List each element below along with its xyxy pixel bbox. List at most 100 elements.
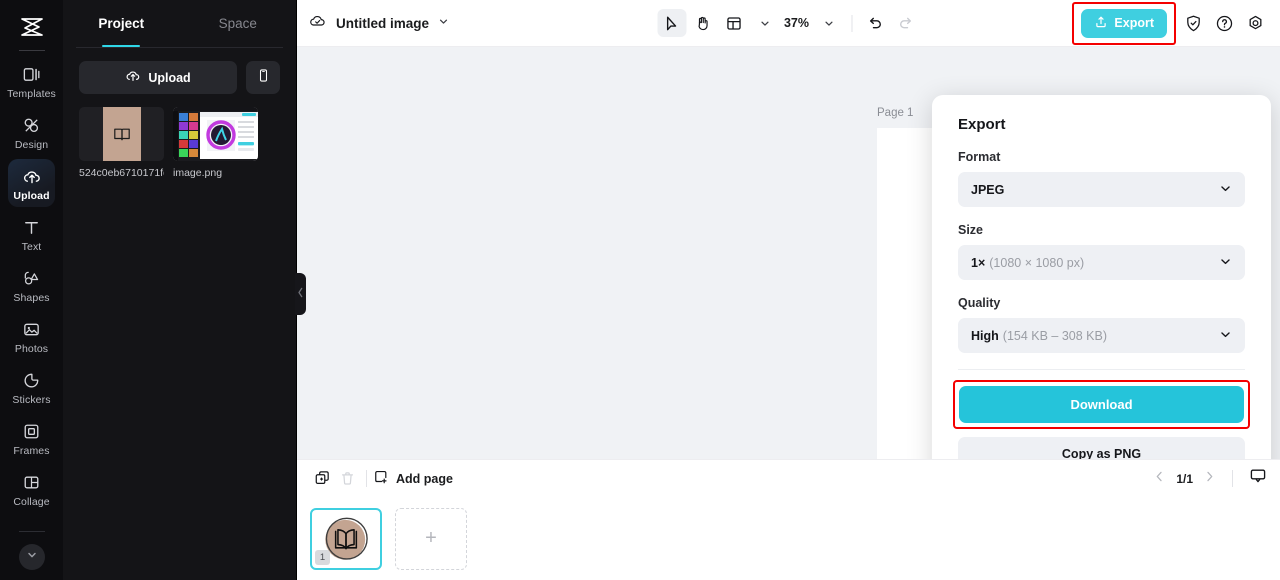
format-label: Format [958, 150, 1001, 164]
chevron-left-icon[interactable] [1153, 470, 1166, 488]
add-page-button[interactable]: Add page [373, 469, 453, 488]
sidebar-item-templates[interactable]: Templates [7, 57, 56, 105]
chevron-left-icon [297, 285, 304, 303]
rail-divider [18, 50, 45, 51]
sidebar-item-label: Upload [13, 190, 50, 202]
sidebar-item-label: Templates [7, 88, 56, 100]
project-panel: Project Space Upload 524c0eb6710171f ima… [63, 0, 306, 580]
topbar-right: Export [1072, 1, 1269, 45]
upload-button[interactable]: Upload [79, 61, 237, 94]
quality-select[interactable]: High (154 KB – 308 KB) [958, 318, 1245, 353]
canvas-tools: 37% [656, 9, 920, 37]
shield-check-icon[interactable] [1179, 9, 1207, 37]
tab-space[interactable]: Space [180, 0, 297, 47]
upload-button-label: Upload [148, 70, 191, 85]
chevron-down-icon [1219, 255, 1232, 271]
chevron-down-icon [1219, 182, 1232, 198]
format-select[interactable]: JPEG [958, 172, 1245, 207]
settings-gear-icon[interactable] [1241, 9, 1269, 37]
asset-thumbnail[interactable] [79, 107, 164, 161]
export-button-highlight: Export [1072, 1, 1176, 45]
duplicate-page-button[interactable] [310, 466, 335, 491]
panel-collapse-handle[interactable] [295, 273, 306, 315]
upload-from-phone-button[interactable] [246, 61, 280, 94]
rail-collapse-button[interactable] [18, 544, 45, 570]
present-screen-icon[interactable] [1249, 467, 1267, 490]
sidebar-item-shapes[interactable]: Shapes [8, 261, 55, 309]
left-rail: Templates Design Upload Text Shapes Phot… [0, 0, 63, 580]
collage-icon [21, 472, 42, 493]
page-navigation: 1/1 [1153, 467, 1267, 490]
sidebar-item-label: Frames [13, 445, 50, 457]
quality-label: Quality [958, 296, 1001, 310]
app-root: Templates Design Upload Text Shapes Phot… [0, 0, 1280, 580]
bottom-toolbar: Add page 1/1 [297, 459, 1280, 497]
pager-divider [1232, 470, 1233, 487]
document-title-button[interactable]: Untitled image [308, 11, 449, 35]
mobile-phone-icon [256, 68, 271, 88]
page-number-badge: 1 [315, 549, 330, 565]
layout-dropdown[interactable] [750, 9, 779, 37]
add-page-icon [373, 469, 389, 488]
main-area: Untitled image 37% Export Page 1 Export … [297, 0, 1280, 580]
sidebar-item-label: Photos [14, 343, 49, 355]
asset-thumbnail[interactable] [173, 107, 258, 161]
sidebar-item-frames[interactable]: Frames [8, 414, 55, 462]
sidebar-item-design[interactable]: Design [8, 108, 55, 156]
sidebar-item-text[interactable]: Text [8, 210, 55, 258]
size-detail: (1080 × 1080 px) [989, 255, 1085, 270]
list-item[interactable]: 524c0eb6710171fd69… [79, 107, 164, 179]
zoom-level: 37% [783, 16, 810, 30]
cloud-saved-icon [308, 11, 327, 35]
export-panel-divider [958, 369, 1245, 370]
zoom-dropdown[interactable] [814, 9, 843, 37]
bottom-divider [366, 470, 367, 487]
page-tray: 1 + [297, 497, 1280, 580]
select-tool[interactable] [656, 9, 686, 37]
size-label: Size [958, 223, 984, 237]
sidebar-item-upload[interactable]: Upload [8, 159, 55, 207]
hand-tool[interactable] [688, 9, 717, 37]
export-button[interactable]: Export [1081, 8, 1167, 38]
screenshot-thumb [173, 107, 258, 161]
download-button[interactable]: Download [959, 386, 1244, 423]
add-page-tile[interactable]: + [395, 507, 467, 570]
undo-button[interactable] [860, 9, 889, 37]
sidebar-item-label: Design [14, 139, 49, 151]
asset-list: 524c0eb6710171fd69… [63, 94, 296, 179]
redo-button[interactable] [891, 9, 920, 37]
rail-bottom-divider [18, 531, 45, 532]
capcut-logo-icon[interactable] [17, 14, 47, 40]
templates-icon [21, 64, 42, 85]
sidebar-item-label: Text [21, 241, 42, 253]
chevron-down-icon [438, 14, 449, 32]
format-value: JPEG [971, 182, 1005, 197]
export-panel: Export Format JPEG Size 1× (1080 × 1080 … [932, 95, 1271, 459]
sidebar-item-collage[interactable]: Collage [8, 465, 55, 513]
page-thumbnail[interactable]: 1 [310, 507, 382, 570]
toolbar-divider [851, 14, 853, 32]
layout-tool[interactable] [719, 9, 748, 37]
tab-project[interactable]: Project [63, 0, 180, 47]
delete-page-button[interactable] [335, 466, 360, 491]
sidebar-item-label: Stickers [12, 394, 51, 406]
canvas-area[interactable]: Page 1 Export Format JPEG Size 1× (1080 … [297, 47, 1280, 459]
page-title: Untitled image [336, 15, 430, 31]
chevron-right-icon[interactable] [1203, 470, 1216, 488]
sidebar-item-label: Collage [13, 496, 50, 508]
list-item[interactable]: image.png [173, 107, 258, 179]
asset-filename: image.png [173, 167, 223, 179]
size-select[interactable]: 1× (1080 × 1080 px) [958, 245, 1245, 280]
tab-active-underline [102, 44, 140, 47]
help-circle-icon[interactable] [1210, 9, 1238, 37]
download-button-highlight: Download [953, 380, 1250, 429]
copy-as-png-button[interactable]: Copy as PNG [958, 437, 1245, 459]
sidebar-item-stickers[interactable]: Stickers [8, 363, 55, 411]
text-icon [21, 217, 42, 238]
chevron-down-icon [1219, 328, 1232, 344]
add-page-label: Add page [396, 471, 453, 486]
quality-value: High [971, 328, 999, 343]
upload-cloud-icon [125, 68, 141, 87]
sidebar-item-photos[interactable]: Photos [8, 312, 55, 360]
chevron-down-icon [26, 548, 38, 566]
